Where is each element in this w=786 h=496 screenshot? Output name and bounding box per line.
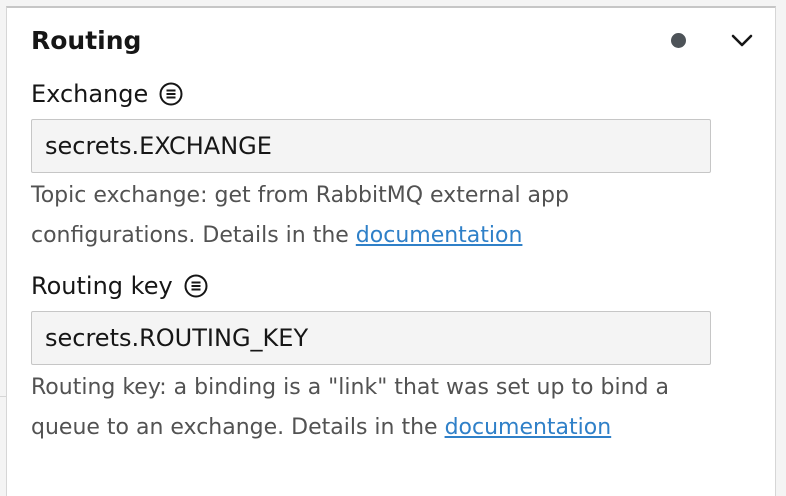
variable-icon[interactable] xyxy=(158,81,184,107)
status-dot-icon xyxy=(671,33,686,48)
exchange-documentation-link[interactable]: documentation xyxy=(356,223,523,248)
section-header[interactable]: Routing xyxy=(7,8,775,72)
chevron-down-icon[interactable] xyxy=(729,28,755,54)
routing-panel: Routing Exchange secrets.EXCHANGE Topic … xyxy=(6,6,776,496)
routing-key-label-row: Routing key xyxy=(31,272,209,300)
exchange-help-text: Topic exchange: get from RabbitMQ extern… xyxy=(31,176,731,256)
routing-key-label: Routing key xyxy=(31,272,173,300)
routing-key-help-text: Routing key: a binding is a "link" that … xyxy=(31,368,731,448)
section-title: Routing xyxy=(31,26,142,55)
exchange-label-row: Exchange xyxy=(31,80,184,108)
exchange-label: Exchange xyxy=(31,80,149,108)
variable-icon[interactable] xyxy=(183,273,209,299)
exchange-input[interactable]: secrets.EXCHANGE xyxy=(31,119,711,173)
routing-key-input[interactable]: secrets.ROUTING_KEY xyxy=(31,311,711,365)
routing-key-documentation-link[interactable]: documentation xyxy=(445,415,612,440)
